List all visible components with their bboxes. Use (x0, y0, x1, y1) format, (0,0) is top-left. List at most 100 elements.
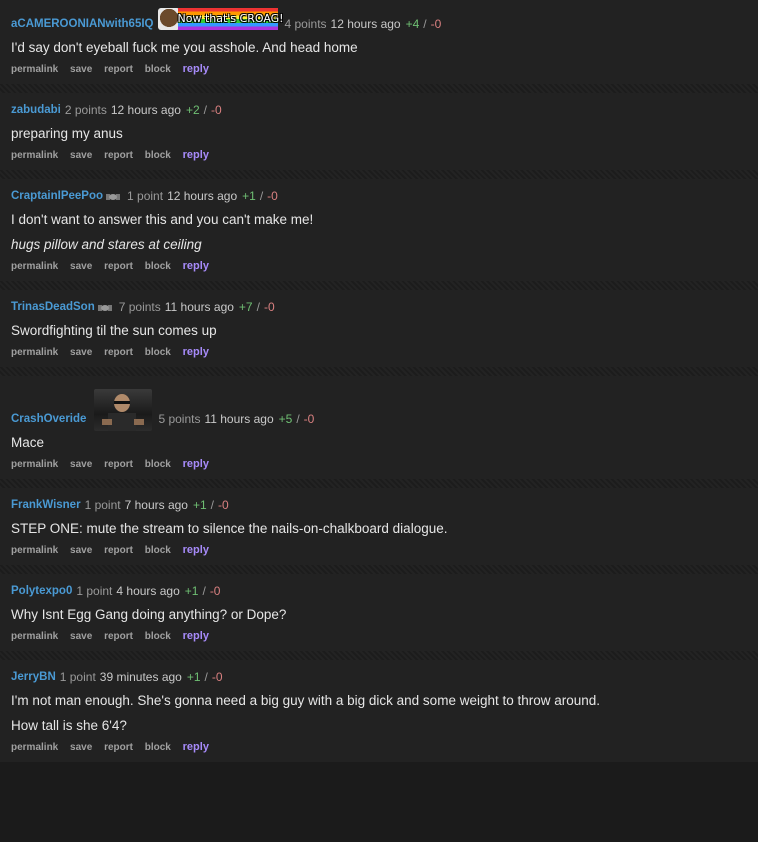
block-button[interactable]: block (145, 742, 171, 753)
report-button[interactable]: report (104, 150, 133, 161)
score: 1 point (59, 670, 96, 684)
comment: FrankWisner 1 point 7 hours ago +1 / -0 … (0, 488, 758, 565)
author-link[interactable]: aCAMEROONIANwith65IQ (11, 16, 154, 32)
comment-paragraph: I don't want to answer this and you can'… (11, 212, 314, 227)
report-button[interactable]: report (104, 742, 133, 753)
save-button[interactable]: save (70, 742, 92, 753)
timestamp: 11 hours ago (164, 300, 234, 314)
comment-body: Swordfighting til the sun comes up (11, 321, 747, 340)
vote-separator: / (202, 584, 206, 598)
permalink-button[interactable]: permalink (11, 64, 58, 75)
score: 7 points (118, 300, 161, 314)
reply-button[interactable]: reply (183, 630, 209, 642)
upvotes: +2 (185, 103, 200, 117)
save-button[interactable]: save (70, 631, 92, 642)
block-button[interactable]: block (145, 347, 171, 358)
comment-actions: permalink save report block reply (11, 260, 747, 273)
block-button[interactable]: block (145, 261, 171, 272)
comment-divider (0, 479, 758, 488)
author-link[interactable]: CrashOveride (11, 411, 86, 427)
comment-paragraph: Why Isnt Egg Gang doing anything? or Dop… (11, 607, 287, 622)
upvotes: +1 (184, 584, 199, 598)
timestamp: 4 hours ago (116, 584, 180, 598)
user-flair-image (94, 389, 153, 431)
reply-button[interactable]: reply (183, 63, 209, 75)
upvotes: +4 (405, 17, 420, 31)
upvotes: +7 (238, 300, 253, 314)
block-button[interactable]: block (145, 545, 171, 556)
user-flair: Now that's CROAG! (157, 8, 284, 32)
comment-actions: permalink save report block reply (11, 149, 747, 162)
report-button[interactable]: report (104, 631, 133, 642)
comment-meta: CraptainIPeePoo 1 point 12 hours ago +1 … (11, 188, 747, 204)
author-link[interactable]: Polytexpo0 (11, 583, 72, 599)
block-button[interactable]: block (145, 64, 171, 75)
comment-body: STEP ONE: mute the stream to silence the… (11, 519, 747, 538)
comment-divider (0, 367, 758, 376)
comment-paragraph: I'd say don't eyeball fuck me you asshol… (11, 40, 358, 55)
author-link[interactable]: FrankWisner (11, 497, 81, 513)
reply-button[interactable]: reply (183, 458, 209, 470)
permalink-button[interactable]: permalink (11, 261, 58, 272)
timestamp: 12 hours ago (110, 103, 181, 117)
comment: CraptainIPeePoo 1 point 12 hours ago +1 … (0, 179, 758, 281)
reply-button[interactable]: reply (183, 346, 209, 358)
reply-button[interactable]: reply (183, 544, 209, 556)
comment-paragraph: Mace (11, 435, 45, 450)
author-link[interactable]: TrinasDeadSon (11, 299, 95, 315)
save-button[interactable]: save (70, 64, 92, 75)
comment-paragraph: I'm not man enough. She's gonna need a b… (11, 693, 601, 708)
score: 1 point (76, 584, 113, 598)
upvotes: +1 (186, 670, 201, 684)
reply-button[interactable]: reply (183, 149, 209, 161)
author-link[interactable]: CraptainIPeePoo (11, 188, 103, 204)
permalink-button[interactable]: permalink (11, 631, 58, 642)
report-button[interactable]: report (104, 261, 133, 272)
permalink-button[interactable]: permalink (11, 347, 58, 358)
permalink-button[interactable]: permalink (11, 150, 58, 161)
comment-divider (0, 84, 758, 93)
upvotes: +5 (278, 412, 293, 426)
timestamp: 7 hours ago (124, 498, 188, 512)
comment-meta: CrashOveride 5 points 11 hours ago +5 / … (11, 385, 747, 431)
comment-body: Mace (11, 433, 747, 452)
handshake-flair-icon (106, 192, 121, 201)
block-button[interactable]: block (145, 631, 171, 642)
score: 2 points (64, 103, 107, 117)
permalink-button[interactable]: permalink (11, 459, 58, 470)
save-button[interactable]: save (70, 459, 92, 470)
comment-divider (0, 170, 758, 179)
comment-actions: permalink save report block reply (11, 630, 747, 643)
comment: JerryBN 1 point 39 minutes ago +1 / -0 I… (0, 660, 758, 762)
author-link[interactable]: JerryBN (11, 669, 56, 685)
report-button[interactable]: report (104, 347, 133, 358)
save-button[interactable]: save (70, 150, 92, 161)
block-button[interactable]: block (145, 459, 171, 470)
comment-actions: permalink save report block reply (11, 741, 747, 754)
score: 4 points (284, 17, 327, 31)
comment-body: I'm not man enough. She's gonna need a b… (11, 691, 747, 735)
comment-meta: JerryBN 1 point 39 minutes ago +1 / -0 (11, 669, 747, 685)
block-button[interactable]: block (145, 150, 171, 161)
reply-button[interactable]: reply (183, 260, 209, 272)
report-button[interactable]: report (104, 64, 133, 75)
comment-list: aCAMEROONIANwith65IQ Now that's CROAG! 4… (0, 0, 758, 762)
downvotes: -0 (267, 189, 278, 203)
save-button[interactable]: save (70, 347, 92, 358)
comment-paragraph: STEP ONE: mute the stream to silence the… (11, 521, 448, 536)
permalink-button[interactable]: permalink (11, 742, 58, 753)
report-button[interactable]: report (104, 459, 133, 470)
vote-separator: / (210, 498, 215, 512)
comment-divider (0, 565, 758, 574)
comment: Polytexpo0 1 point 4 hours ago +1 / -0 W… (0, 574, 758, 651)
downvotes: -0 (430, 17, 442, 31)
report-button[interactable]: report (104, 545, 133, 556)
reply-button[interactable]: reply (183, 741, 209, 753)
downvotes: -0 (218, 498, 229, 512)
save-button[interactable]: save (70, 261, 92, 272)
timestamp: 12 hours ago (330, 17, 401, 31)
upvotes: +1 (242, 189, 256, 203)
permalink-button[interactable]: permalink (11, 545, 58, 556)
author-link[interactable]: zabudabi (11, 102, 61, 118)
save-button[interactable]: save (70, 545, 92, 556)
